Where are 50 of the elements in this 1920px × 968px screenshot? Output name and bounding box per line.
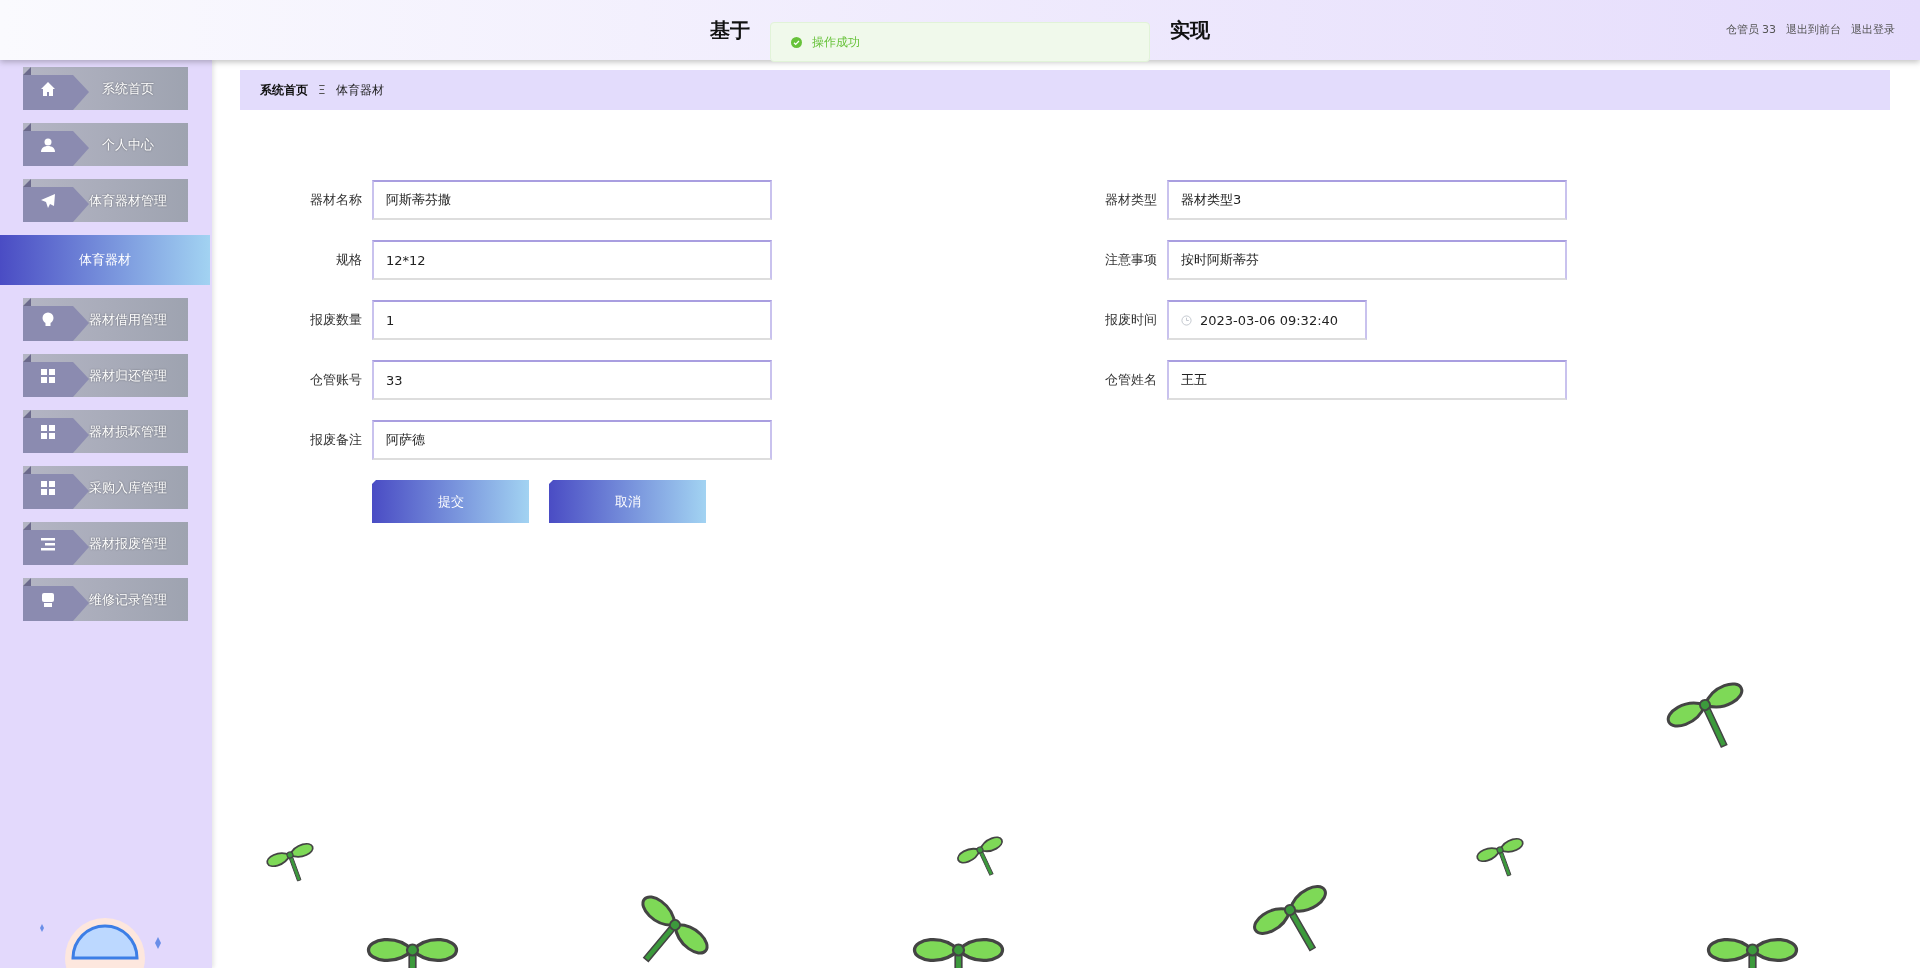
list-icon [40, 535, 56, 552]
home-icon [40, 80, 56, 97]
ribbon-tab-drawing [23, 298, 89, 341]
grid-icon [40, 367, 56, 384]
text-field[interactable]: 王五 [1167, 360, 1567, 400]
ribbon-tab-drawing [23, 179, 89, 222]
clock-icon [1181, 314, 1192, 326]
text-field[interactable]: 器材类型3 [1167, 180, 1567, 220]
lightbulb-icon [40, 311, 56, 328]
ribbon-tab-drawing [23, 67, 89, 110]
text-field[interactable]: 33 [372, 360, 772, 400]
ribbon-tab-drawing [23, 410, 89, 453]
field-label: 注意事项 [1104, 251, 1157, 269]
breadcrumb-link[interactable]: 系统首页 [260, 81, 308, 99]
field-label: 仓管姓名 [1104, 371, 1157, 389]
user-label: 仓管员 33 [1725, 22, 1776, 37]
text-field[interactable]: 1 [372, 300, 772, 340]
user-icon [40, 136, 56, 153]
submenu-item[interactable]: 体育器材 [0, 235, 210, 285]
text-field[interactable]: 阿斯蒂芬撒 [372, 180, 772, 220]
page-title: 实现 [1170, 16, 1210, 44]
ribbon-tab-drawing [23, 522, 89, 565]
ribbon-tab-drawing [23, 466, 89, 509]
grid-icon [40, 479, 56, 496]
toast-message: 操作成功 [812, 33, 860, 51]
field-label: 规格 [335, 251, 362, 269]
ribbon-tab-drawing [23, 578, 89, 621]
ribbon-tab-drawing [23, 123, 89, 166]
ribbon-tab-drawing [23, 354, 89, 397]
field-label: 报废时间 [1104, 311, 1157, 329]
header-link[interactable]: 退出登录 [1851, 22, 1895, 37]
text-field[interactable]: 按时阿斯蒂芬 [1167, 240, 1567, 280]
field-label: 器材类型 [1104, 191, 1157, 209]
date-field[interactable]: 2023-03-06 09:32:40 [1167, 300, 1367, 340]
breadcrumb-separator: Ξ [318, 83, 326, 97]
field-label: 器材名称 [309, 191, 362, 209]
page-title: 基于 [710, 16, 750, 44]
field-label: 报废备注 [309, 431, 362, 449]
breadcrumb-current: 体育器材 [335, 81, 384, 99]
form-button[interactable]: 提交 [372, 480, 529, 523]
field-label: 报废数量 [309, 311, 362, 329]
grid-icon [40, 423, 56, 440]
date-value: 2023-03-06 09:32:40 [1200, 312, 1339, 328]
text-field[interactable]: 12*12 [372, 240, 772, 280]
form-button[interactable]: 取消 [549, 480, 706, 523]
text-field[interactable]: 阿萨德 [372, 420, 772, 460]
paper-plane-icon [40, 192, 56, 209]
header-link[interactable]: 退出到前台 [1786, 22, 1841, 37]
field-label: 仓管账号 [309, 371, 362, 389]
success-icon [791, 36, 802, 48]
